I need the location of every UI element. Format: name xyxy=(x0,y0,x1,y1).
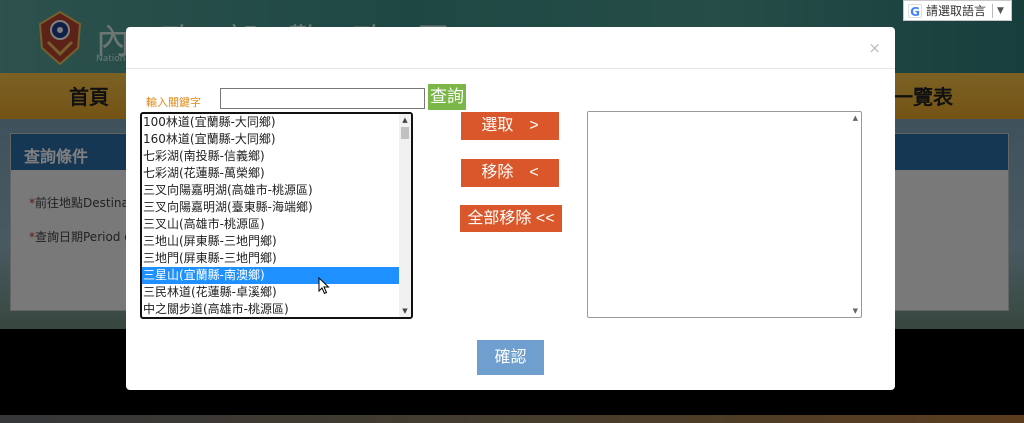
mouse-cursor-icon xyxy=(318,277,330,295)
keyword-input[interactable] xyxy=(220,88,425,109)
list-item[interactable]: 三星山(宜蘭縣-南澳鄉) xyxy=(142,267,400,284)
keyword-label: 輸入關鍵字 xyxy=(146,96,201,109)
search-button[interactable]: 查詢 xyxy=(428,84,466,110)
scrollbar[interactable]: ▲ ▼ xyxy=(399,114,411,317)
list-item[interactable]: 七彩湖(南投縣-信義鄉) xyxy=(142,148,400,165)
selected-destinations-list[interactable]: ▲ ▼ xyxy=(587,111,862,318)
remove-button[interactable]: 移除 < xyxy=(461,159,559,187)
destination-picker-modal: × 輸入關鍵字 查詢 100林道(宜蘭縣-大同鄉) 160林道(宜蘭縣-大同鄉) 七… xyxy=(126,27,895,390)
available-destinations-list[interactable]: 100林道(宜蘭縣-大同鄉) 160林道(宜蘭縣-大同鄉) 七彩湖(南投縣-信義鄉)… xyxy=(140,112,413,319)
scroll-down-icon[interactable]: ▼ xyxy=(399,305,411,317)
google-logo-icon: G xyxy=(908,3,922,19)
divider xyxy=(992,3,994,18)
dropdown-arrow-icon[interactable]: ▼ xyxy=(997,6,1004,16)
list-item[interactable]: 100林道(宜蘭縣-大同鄉) xyxy=(142,114,400,131)
scroll-thumb[interactable] xyxy=(401,127,409,139)
modal-header: × xyxy=(126,27,895,69)
language-label: 請選取語言 xyxy=(926,4,987,18)
language-selector[interactable]: G 請選取語言 ▼ xyxy=(903,0,1012,21)
list-item[interactable]: 三叉向陽嘉明湖(臺東縣-海端鄉) xyxy=(142,199,400,216)
list-item[interactable]: 三地山(屏東縣-三地門鄉) xyxy=(142,233,400,250)
list-item[interactable]: 三叉向陽嘉明湖(高雄市-桃源區) xyxy=(142,182,400,199)
confirm-button[interactable]: 確認 xyxy=(477,340,544,375)
scroll-up-icon[interactable]: ▲ xyxy=(399,114,411,126)
scroll-down-icon[interactable]: ▼ xyxy=(853,307,858,315)
list-item[interactable]: 三叉山(高雄市-桃源區) xyxy=(142,216,400,233)
list-item[interactable]: 中之關步道(高雄市-桃源區) xyxy=(142,301,400,317)
select-button[interactable]: 選取 > xyxy=(461,112,559,140)
list-item[interactable]: 三地門(屏東縣-三地門鄉) xyxy=(142,250,400,267)
close-icon[interactable]: × xyxy=(868,39,881,57)
list-items: 100林道(宜蘭縣-大同鄉) 160林道(宜蘭縣-大同鄉) 七彩湖(南投縣-信義鄉)… xyxy=(142,114,400,317)
list-item[interactable]: 160林道(宜蘭縣-大同鄉) xyxy=(142,131,400,148)
scroll-up-icon[interactable]: ▲ xyxy=(853,114,858,122)
remove-all-button[interactable]: 全部移除 << xyxy=(460,205,562,232)
list-item[interactable]: 三民林道(花蓮縣-卓溪鄉) xyxy=(142,284,400,301)
list-item[interactable]: 七彩湖(花蓮縣-萬榮鄉) xyxy=(142,165,400,182)
